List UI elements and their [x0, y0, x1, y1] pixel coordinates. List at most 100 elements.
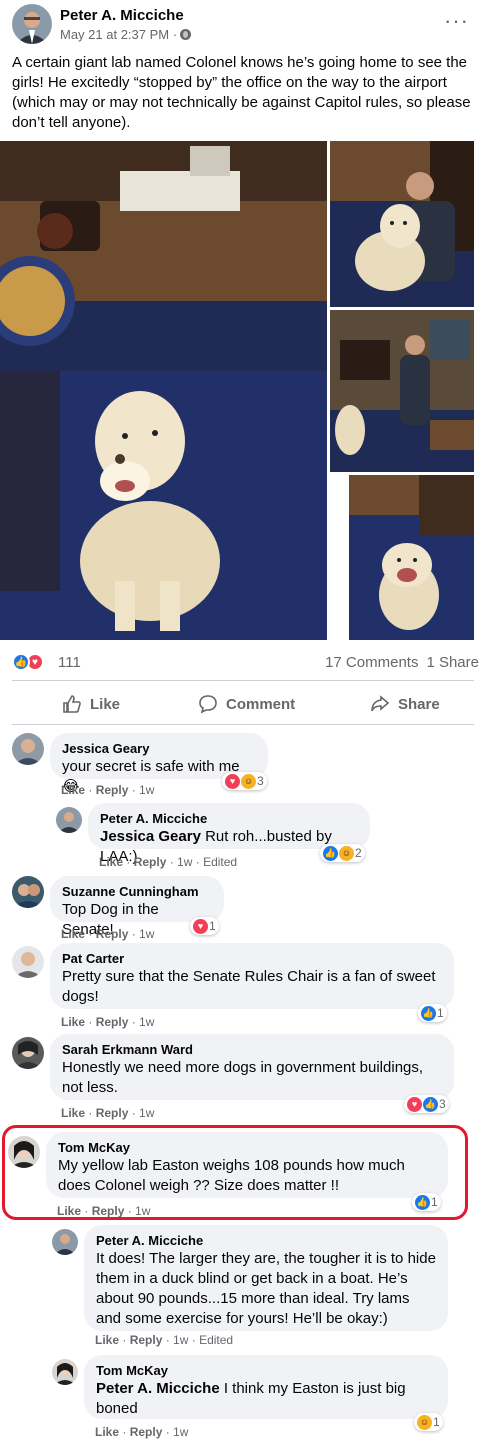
comment-reactions[interactable]: ♥ 1 — [190, 917, 219, 935]
comment-time[interactable]: 1w — [173, 1425, 188, 1439]
author-avatar[interactable] — [12, 4, 52, 44]
comment-actions: Like · Reply · 1w — [61, 1015, 155, 1029]
comment-reactions[interactable]: 👍 1 — [412, 1193, 441, 1211]
comment-mention[interactable]: Jessica Geary — [100, 828, 201, 845]
comment-author[interactable]: Suzanne Cunningham — [62, 884, 212, 900]
post-date[interactable]: May 21 at 2:37 PM · — [60, 27, 177, 42]
comment-author[interactable]: Sarah Erkmann Ward — [62, 1042, 442, 1058]
commenter-avatar[interactable] — [12, 946, 44, 978]
like-reaction-icon: 👍 — [12, 653, 30, 671]
haha-reaction-icon: ☺ — [339, 845, 354, 861]
divider — [12, 680, 474, 681]
comment-reactions[interactable]: 👍 ☺ 2 — [320, 844, 365, 862]
comment-time[interactable]: 1w — [139, 1106, 154, 1120]
comment-reply-link[interactable]: Reply — [96, 783, 129, 797]
haha-reaction-icon: ☺ — [241, 773, 256, 789]
reaction-icons[interactable]: 👍 ♥ — [12, 653, 44, 671]
comment-like-link[interactable]: Like — [99, 855, 123, 869]
like-reaction-icon: 👍 — [423, 1096, 438, 1112]
comment-mention[interactable]: Peter A. Micciche — [96, 1380, 220, 1397]
commenter-avatar[interactable] — [56, 807, 82, 833]
comment-like-link[interactable]: Like — [95, 1425, 119, 1439]
love-reaction-icon: ♥ — [225, 773, 240, 789]
comment-actions: Like · Reply · 1w · Edited — [95, 1333, 234, 1347]
comment-like-link[interactable]: Like — [57, 1204, 81, 1218]
comment-author[interactable]: Tom McKay — [58, 1140, 436, 1156]
commenter-avatar[interactable] — [52, 1359, 78, 1385]
reaction-count[interactable]: 111 — [58, 654, 81, 671]
comment-text: It does! The larger they are, the toughe… — [96, 1250, 436, 1327]
comment-icon — [199, 695, 217, 714]
comment-author[interactable]: Pat Carter — [62, 951, 442, 967]
comment-like-link[interactable]: Like — [61, 927, 85, 941]
comment-like-link[interactable]: Like — [61, 1106, 85, 1120]
commenter-avatar[interactable] — [12, 876, 44, 908]
commenter-avatar[interactable] — [52, 1229, 78, 1255]
post-body-text: A certain giant lab named Colonel knows … — [12, 54, 471, 131]
comment-time[interactable]: 1w — [177, 855, 192, 869]
comment-author[interactable]: Tom McKay — [96, 1363, 436, 1379]
comment-like-link[interactable]: Like — [61, 783, 85, 797]
comment-label: Comment — [226, 695, 296, 713]
comment-reply-link[interactable]: Reply — [130, 1333, 163, 1347]
comment-author[interactable]: Peter A. Micciche — [100, 811, 358, 827]
comment-author[interactable]: Jessica Geary — [62, 741, 256, 757]
comment-time[interactable]: 1w — [173, 1333, 188, 1347]
share-button[interactable]: Share — [370, 690, 440, 718]
commenter-avatar[interactable] — [8, 1136, 40, 1168]
haha-reaction-icon: ☺ — [417, 1414, 432, 1430]
thumbs-up-icon — [63, 695, 81, 713]
comment-text: Honestly we need more dogs in government… — [62, 1059, 424, 1096]
comment-reply-link[interactable]: Reply — [96, 1106, 129, 1120]
comment-reactions[interactable]: ♥ 👍 3 — [404, 1095, 449, 1113]
comment-time[interactable]: 1w — [139, 1015, 154, 1029]
comment-bubble: Sarah Erkmann Ward Honestly we need more… — [50, 1034, 454, 1100]
comment-reactions[interactable]: ♥ ☺ 3 — [222, 772, 267, 790]
comment-button[interactable]: Comment — [198, 690, 295, 718]
comment-reaction-count: 3 — [257, 774, 264, 788]
comment-like-link[interactable]: Like — [61, 1015, 85, 1029]
comment-like-link[interactable]: Like — [95, 1333, 119, 1347]
comment-bubble: Peter A. Micciche Jessica Geary Rut roh.… — [88, 803, 370, 865]
comment-edited[interactable]: Edited — [199, 1333, 233, 1347]
comment-reply-link[interactable]: Reply — [96, 1015, 129, 1029]
commenter-avatar[interactable] — [12, 733, 44, 765]
comment-bubble: Tom McKay Peter A. Micciche I think my E… — [84, 1355, 448, 1419]
like-reaction-icon: 👍 — [323, 845, 338, 861]
comment-reply-link[interactable]: Reply — [92, 1204, 125, 1218]
divider — [12, 724, 474, 725]
comment-text: Pretty sure that the Senate Rules Chair … — [62, 968, 436, 1005]
comment-edited[interactable]: Edited — [203, 855, 237, 869]
comment-reply-link[interactable]: Reply — [96, 927, 129, 941]
photo-dog-closeup[interactable] — [349, 475, 474, 640]
photo-man-in-office[interactable] — [330, 310, 474, 472]
comment-reactions[interactable]: 👍 1 — [418, 1004, 447, 1022]
comment-time[interactable]: 1w — [139, 783, 154, 797]
more-options-icon[interactable]: ··· — [444, 8, 469, 34]
comment-time[interactable]: 1w — [135, 1204, 150, 1218]
comment-reaction-count: 2 — [355, 846, 362, 860]
comment-reply-link[interactable]: Reply — [134, 855, 167, 869]
comment-reaction-count: 3 — [439, 1097, 446, 1111]
shares-count[interactable]: 1 Share — [426, 654, 479, 671]
post-author-name[interactable]: Peter A. Micciche — [60, 7, 184, 24]
comment-reaction-count: 1 — [433, 1415, 440, 1429]
like-button[interactable]: Like — [62, 690, 120, 718]
love-reaction-icon: ♥ — [407, 1096, 422, 1112]
comment-author[interactable]: Peter A. Micciche — [96, 1233, 436, 1249]
commenter-avatar[interactable] — [12, 1037, 44, 1069]
photo-dog-sitting-office[interactable] — [0, 141, 327, 640]
photo-man-with-dog[interactable] — [330, 141, 474, 307]
post-timestamp[interactable]: May 21 at 2:37 PM · — [60, 27, 192, 42]
comment-actions: Like · Reply · 1w — [57, 1204, 151, 1218]
comment-actions: Like · Reply · 1w · Edited — [99, 855, 238, 869]
comment-bubble: Pat Carter Pretty sure that the Senate R… — [50, 943, 454, 1009]
comments-count[interactable]: 17 Comments — [325, 654, 418, 671]
share-icon — [371, 695, 390, 712]
comment-time[interactable]: 1w — [139, 927, 154, 941]
comment-actions: Like · Reply · 1w — [61, 783, 155, 797]
comment-reply-link[interactable]: Reply — [130, 1425, 163, 1439]
comment-reaction-count: 1 — [431, 1195, 438, 1209]
comment-actions: Like · Reply · 1w — [61, 1106, 155, 1120]
comment-reactions[interactable]: ☺ 1 — [414, 1413, 443, 1431]
